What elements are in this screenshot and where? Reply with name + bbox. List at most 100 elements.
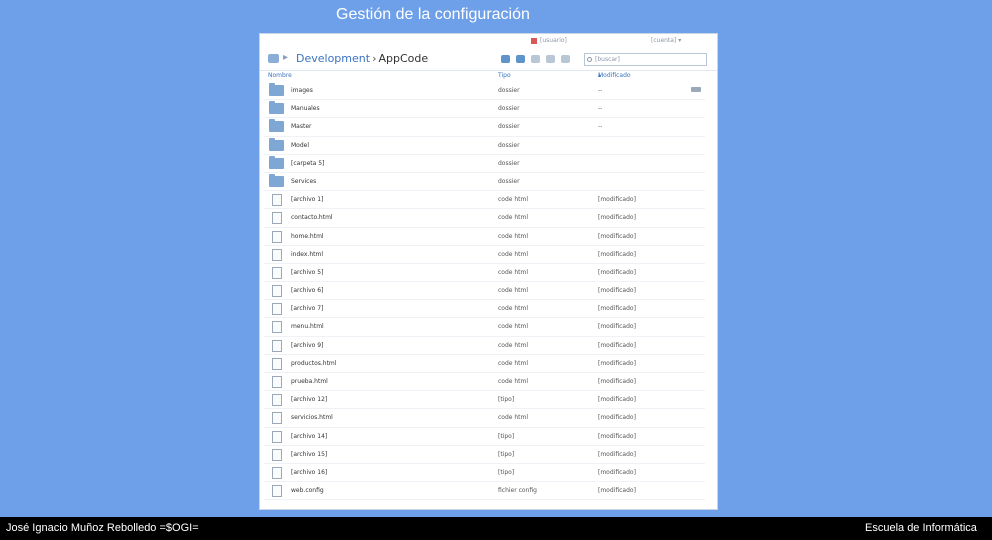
breadcrumb-parent[interactable]: Development <box>296 52 370 65</box>
file-row[interactable]: productos.html code html [modificado] <box>264 355 705 373</box>
file-icon <box>272 194 282 207</box>
file-name[interactable]: images <box>291 87 313 94</box>
folder-row[interactable]: Master dossier -- <box>264 118 705 137</box>
file-type: [tipo] <box>498 450 515 458</box>
file-row[interactable]: contacto.html code html [modificado] <box>264 209 705 228</box>
file-modified: [modificado] <box>598 468 636 476</box>
file-type: dossier <box>498 177 520 185</box>
file-icon <box>272 303 282 316</box>
search-icon <box>587 57 592 62</box>
file-name[interactable]: web.config <box>291 487 324 494</box>
file-row[interactable]: [archivo 15] [tipo] [modificado] <box>264 446 705 464</box>
search-placeholder: [buscar] <box>595 56 620 63</box>
file-modified: [modificado] <box>598 378 636 385</box>
file-name[interactable]: Services <box>291 178 316 185</box>
file-name[interactable]: [archivo 5] <box>291 269 323 276</box>
file-row[interactable]: [archivo 16] [tipo] [modificado] <box>264 464 705 483</box>
file-type: code html <box>498 287 529 295</box>
column-name[interactable]: Nombre <box>268 72 292 79</box>
slide-footer: José Ignacio Muñoz Rebolledo =$OGI= Escu… <box>0 517 992 540</box>
file-row[interactable]: [archivo 1] code html [modificado] <box>264 191 705 210</box>
file-list: images dossier -- Manuales dossier -- Master do… <box>264 82 705 501</box>
folder-row[interactable]: Services dossier <box>264 173 705 192</box>
file-name[interactable]: servicios.html <box>291 414 333 421</box>
file-type: code html <box>498 214 529 222</box>
file-name[interactable]: [archivo 14] <box>291 433 327 440</box>
file-row[interactable]: [archivo 7] code html [modificado] <box>264 300 705 319</box>
file-name[interactable]: [archivo 1] <box>291 196 323 203</box>
edit-icon[interactable] <box>546 55 555 63</box>
file-icon <box>272 448 282 461</box>
file-name[interactable]: Manuales <box>291 105 320 112</box>
toolbar: ▸ Development › AppCode [buscar] <box>260 49 717 71</box>
file-modified: [modificado] <box>598 214 636 222</box>
file-icon <box>272 376 282 388</box>
author: José Ignacio Muñoz Rebolledo =$OGI= <box>6 522 199 534</box>
file-name[interactable]: Master <box>291 123 312 130</box>
file-row[interactable]: [archivo 12] [tipo] [modificado] <box>264 391 705 410</box>
new-folder-icon[interactable] <box>516 55 525 63</box>
share-icon[interactable] <box>691 87 701 92</box>
file-modified: [modificado] <box>598 250 636 258</box>
folder-icon <box>269 83 284 96</box>
file-type: fichier config <box>498 487 537 495</box>
user-label: [usuario] <box>540 37 567 44</box>
file-name[interactable]: [archivo 16] <box>291 469 327 476</box>
file-name[interactable]: menu.html <box>291 323 324 330</box>
account-menu[interactable]: [cuenta] ▾ <box>651 37 681 44</box>
folder-row[interactable]: Model dossier <box>264 137 705 155</box>
folder-icon <box>269 101 284 115</box>
file-row[interactable]: index.html code html [modificado] <box>264 246 705 264</box>
search-input[interactable]: [buscar] <box>584 53 707 66</box>
file-name[interactable]: [archivo 15] <box>291 451 327 458</box>
file-row[interactable]: [archivo 9] code html [modificado] <box>264 337 705 355</box>
file-name[interactable]: [archivo 7] <box>291 305 323 312</box>
file-type: code html <box>498 232 529 240</box>
file-name[interactable]: contacto.html <box>291 214 333 221</box>
file-row[interactable]: [archivo 6] code html [modificado] <box>264 282 705 301</box>
file-name[interactable]: [archivo 6] <box>291 287 323 294</box>
file-name[interactable]: home.html <box>291 233 324 240</box>
folder-row[interactable]: images dossier -- <box>264 82 705 101</box>
breadcrumb-separator: › <box>372 52 377 65</box>
breadcrumb: Development › AppCode <box>296 52 428 65</box>
file-row[interactable]: [archivo 5] code html [modificado] <box>264 264 705 283</box>
file-name[interactable]: [archivo 9] <box>291 342 323 349</box>
user-menu[interactable]: [usuario] <box>531 37 567 44</box>
file-icon <box>272 485 282 498</box>
file-name[interactable]: index.html <box>291 251 323 258</box>
file-modified: [modificado] <box>598 305 636 313</box>
column-type[interactable]: Tipo <box>498 72 511 79</box>
file-row[interactable]: home.html code html [modificado] <box>264 228 705 246</box>
folder-row[interactable]: Manuales dossier -- <box>264 100 705 119</box>
file-row[interactable]: [archivo 14] [tipo] [modificado] <box>264 428 705 446</box>
sort-ascending-icon: ▴ <box>598 72 602 79</box>
file-type: code html <box>498 359 529 367</box>
upload-icon[interactable] <box>501 55 510 63</box>
file-name[interactable]: prueba.html <box>291 378 328 385</box>
file-row[interactable]: web.config fichier config [modificado] <box>264 482 705 501</box>
file-row[interactable]: prueba.html code html [modificado] <box>264 373 705 392</box>
file-name[interactable]: Model <box>291 142 309 149</box>
file-type: code html <box>498 378 529 385</box>
file-icon <box>272 285 282 298</box>
delete-icon[interactable] <box>561 55 570 63</box>
file-name[interactable]: [carpeta 5] <box>291 160 324 167</box>
file-type: [tipo] <box>498 396 515 404</box>
column-headers: Nombre Tipo Modificado ▴ <box>264 72 705 82</box>
file-icon <box>272 357 282 370</box>
file-row[interactable]: menu.html code html [modificado] <box>264 318 705 337</box>
file-row[interactable]: servicios.html code html [modificado] <box>264 409 705 428</box>
file-name[interactable]: [archivo 12] <box>291 396 327 403</box>
file-icon <box>272 430 282 443</box>
file-modified: [modificado] <box>598 450 636 458</box>
share-link-icon[interactable] <box>531 55 540 63</box>
top-bar: [usuario] [cuenta] ▾ <box>260 34 717 47</box>
folder-row[interactable]: [carpeta 5] dossier <box>264 155 705 173</box>
file-type: [tipo] <box>498 468 515 476</box>
file-name[interactable]: productos.html <box>291 360 336 367</box>
file-icon <box>272 266 282 279</box>
folder-icon <box>269 119 284 133</box>
file-type: code html <box>498 305 529 313</box>
file-type: code html <box>498 250 529 258</box>
